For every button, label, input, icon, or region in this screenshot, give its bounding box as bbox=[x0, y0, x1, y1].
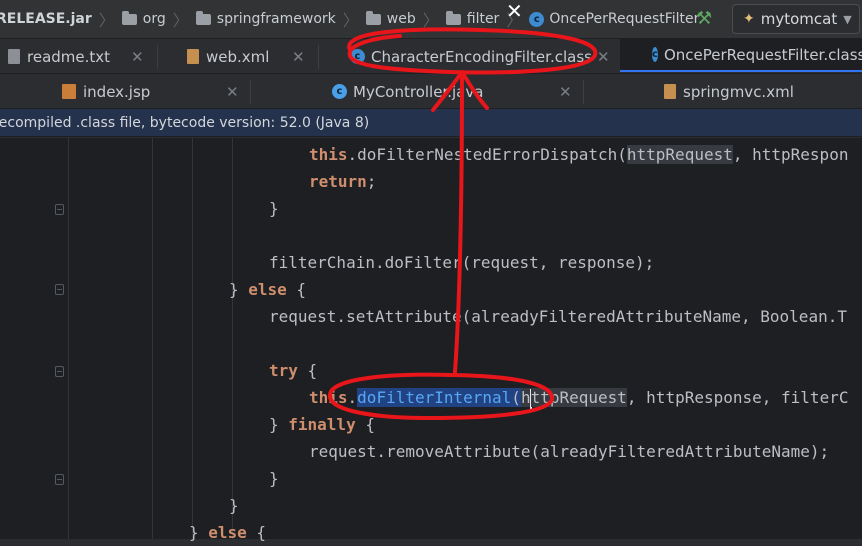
tab-characterencodingfilter-class[interactable]: c CharacterEncodingFilter.class bbox=[350, 39, 592, 74]
breadcrumb-item-springframework[interactable]: springframework bbox=[195, 10, 336, 27]
class-icon: c bbox=[529, 11, 545, 27]
tab-readme-txt[interactable]: readme.txt bbox=[8, 39, 110, 74]
tab-close-icon[interactable]: ✕ bbox=[226, 74, 239, 109]
tomcat-icon: ✦ bbox=[743, 11, 755, 27]
chevron-down-icon: ▼ bbox=[843, 12, 852, 26]
breadcrumb-item-org[interactable]: org bbox=[121, 10, 166, 27]
tab-close-icon[interactable]: ✕ bbox=[292, 39, 305, 74]
code-line-cursor: this.doFilterInternal(httpRequest, httpR… bbox=[309, 388, 849, 409]
text-file-icon bbox=[8, 49, 20, 64]
code-line: } bbox=[269, 199, 279, 218]
fold-marker-icon[interactable] bbox=[55, 284, 64, 295]
breadcrumb-separator: 〉 bbox=[342, 11, 359, 30]
banner-text: Decompiled .class file, bytecode version… bbox=[0, 114, 370, 131]
editor-tabs-row-2: index.jsp ✕ c MyController.java ✕ spring… bbox=[0, 73, 862, 109]
tab-index-jsp[interactable]: index.jsp bbox=[62, 74, 150, 109]
folder-icon bbox=[121, 10, 137, 25]
close-icon[interactable]: ✕ bbox=[506, 0, 523, 23]
tab-close-icon[interactable]: ✕ bbox=[597, 39, 610, 74]
class-file-icon: c bbox=[350, 49, 365, 64]
class-file-icon: c bbox=[652, 47, 658, 62]
breadcrumb-item-filter[interactable]: filter bbox=[445, 10, 499, 27]
code-line: } bbox=[229, 496, 239, 515]
java-file-icon: c bbox=[332, 84, 347, 99]
breadcrumb-item-current[interactable]: c OncePerRequestFilter bbox=[529, 11, 699, 27]
xml-file-icon bbox=[187, 49, 199, 64]
code-line: request.removeAttribute(alreadyFilteredA… bbox=[309, 442, 830, 461]
tab-mycontroller-java[interactable]: c MyController.java bbox=[332, 74, 483, 109]
code-line: } else { bbox=[229, 280, 307, 299]
code-line: } finally { bbox=[269, 415, 375, 434]
folder-icon bbox=[195, 10, 211, 25]
tab-web-xml[interactable]: web.xml bbox=[187, 39, 269, 74]
code-line: this.doFilterNestedErrorDispatch(httpReq… bbox=[309, 145, 849, 164]
breadcrumb-separator: 〉 bbox=[172, 11, 189, 30]
tab-springmvc-xml[interactable]: springmvc.xml bbox=[664, 74, 794, 109]
tab-onceperrequestfilter-class[interactable]: c OncePerRequestFilter.class bbox=[620, 39, 862, 72]
code-line: filterChain.doFilter(request, response); bbox=[269, 253, 655, 272]
xml-file-icon bbox=[664, 84, 676, 99]
breadcrumb-separator: 〉 bbox=[422, 11, 439, 30]
folder-icon bbox=[445, 10, 461, 25]
breadcrumb-separator: 〉 bbox=[98, 11, 115, 30]
decompiled-info-banner: Decompiled .class file, bytecode version… bbox=[0, 108, 862, 137]
fold-marker-icon[interactable] bbox=[55, 366, 64, 377]
jsp-file-icon bbox=[62, 84, 76, 99]
code-line: } else { bbox=[189, 523, 267, 542]
editor-tabs-row-1: readme.txt ✕ web.xml ✕ c CharacterEncodi… bbox=[0, 38, 862, 74]
tab-close-icon[interactable]: ✕ bbox=[559, 74, 572, 109]
run-configuration-dropdown[interactable]: ✦ mytomcat ▼ bbox=[732, 4, 860, 34]
build-hammer-icon[interactable]: ⚒ bbox=[696, 8, 712, 29]
fold-marker-icon[interactable] bbox=[55, 204, 64, 215]
code-line: } bbox=[269, 469, 279, 488]
breadcrumb-item-web[interactable]: web bbox=[365, 10, 416, 27]
folder-icon bbox=[365, 10, 381, 25]
code-line: return; bbox=[309, 172, 377, 191]
code-line: request.setAttribute(alreadyFilteredAttr… bbox=[269, 307, 847, 326]
code-line: try { bbox=[269, 361, 318, 380]
code-editor[interactable]: this.doFilterNestedErrorDispatch(httpReq… bbox=[0, 138, 862, 542]
breadcrumb-jar[interactable]: RELEASE.jar bbox=[0, 11, 92, 27]
fold-marker-icon[interactable] bbox=[55, 474, 64, 485]
tab-close-icon[interactable]: ✕ bbox=[131, 39, 144, 74]
run-configuration-label: mytomcat bbox=[760, 10, 838, 28]
